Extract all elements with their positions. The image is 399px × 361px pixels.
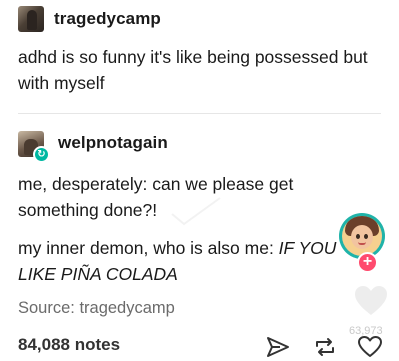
avatar-tragedycamp[interactable]: [18, 6, 44, 32]
reply-prefix: my inner demon, who is also me:: [18, 238, 279, 258]
share-icon[interactable]: [266, 336, 290, 358]
username-tragedycamp[interactable]: tragedycamp: [54, 9, 161, 29]
post-body-text: adhd is so funny it's like being possess…: [18, 47, 368, 93]
plus-badge-icon[interactable]: +: [357, 252, 378, 273]
reblog-badge-icon: ↻: [33, 146, 50, 163]
source-link[interactable]: Source: tragedycamp: [18, 299, 175, 318]
avatar-eye: [356, 234, 360, 239]
heart-icon[interactable]: [358, 336, 382, 358]
avatar-figure: [27, 10, 37, 30]
avatar-face: [351, 225, 373, 249]
notes-count[interactable]: 84,088 notes: [18, 335, 120, 355]
post-divider: [18, 113, 381, 114]
reblog-reply-text: my inner demon, who is also me: IF YOU L…: [18, 235, 348, 287]
reblog-icon[interactable]: [313, 336, 337, 358]
check-watermark-icon: [171, 197, 221, 226]
avatar-eye: [364, 234, 368, 239]
username-welpnotagain[interactable]: welpnotagain: [58, 133, 168, 153]
ghost-heart-icon: [355, 286, 387, 315]
